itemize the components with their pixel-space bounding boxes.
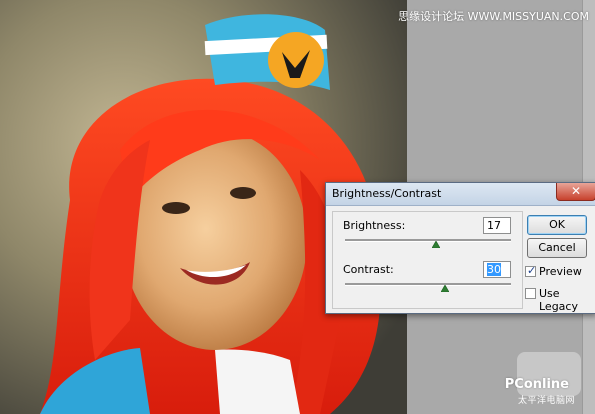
site-logo: PConline 太平洋电脑网 (491, 348, 587, 408)
preview-label: Preview (539, 265, 582, 278)
dialog-titlebar[interactable]: Brightness/Contrast ✕ (326, 183, 595, 206)
preview-checkbox[interactable]: ✓ (525, 264, 537, 277)
contrast-label: Contrast: (343, 263, 394, 276)
cancel-button[interactable]: Cancel (527, 238, 587, 258)
brightness-label: Brightness: (343, 219, 406, 232)
ok-button[interactable]: OK (527, 215, 587, 235)
close-button[interactable]: ✕ (556, 183, 595, 201)
brightness-input[interactable]: 17 (483, 217, 511, 234)
adjustment-panel: Brightness: 17 Contrast: 30 (332, 211, 523, 309)
brightness-contrast-dialog: Brightness/Contrast ✕ Brightness: 17 Con… (325, 182, 595, 314)
use-legacy-label: Use Legacy (539, 287, 578, 313)
dialog-title: Brightness/Contrast (332, 187, 442, 200)
logo-brand: PConline (504, 377, 569, 392)
checkmark-icon: ✓ (527, 264, 537, 277)
contrast-slider-thumb[interactable] (440, 285, 449, 292)
brightness-slider-track[interactable] (345, 239, 511, 242)
contrast-input[interactable]: 30 (483, 261, 511, 278)
watermark-text: 思缘设计论坛 WWW.MISSYUAN.COM (398, 10, 589, 23)
close-icon: ✕ (570, 184, 582, 198)
logo-subtitle: 太平洋电脑网 (517, 396, 575, 406)
contrast-slider-track[interactable] (345, 283, 511, 286)
use-legacy-checkbox[interactable] (525, 288, 536, 299)
brightness-slider-thumb[interactable] (432, 241, 441, 248)
